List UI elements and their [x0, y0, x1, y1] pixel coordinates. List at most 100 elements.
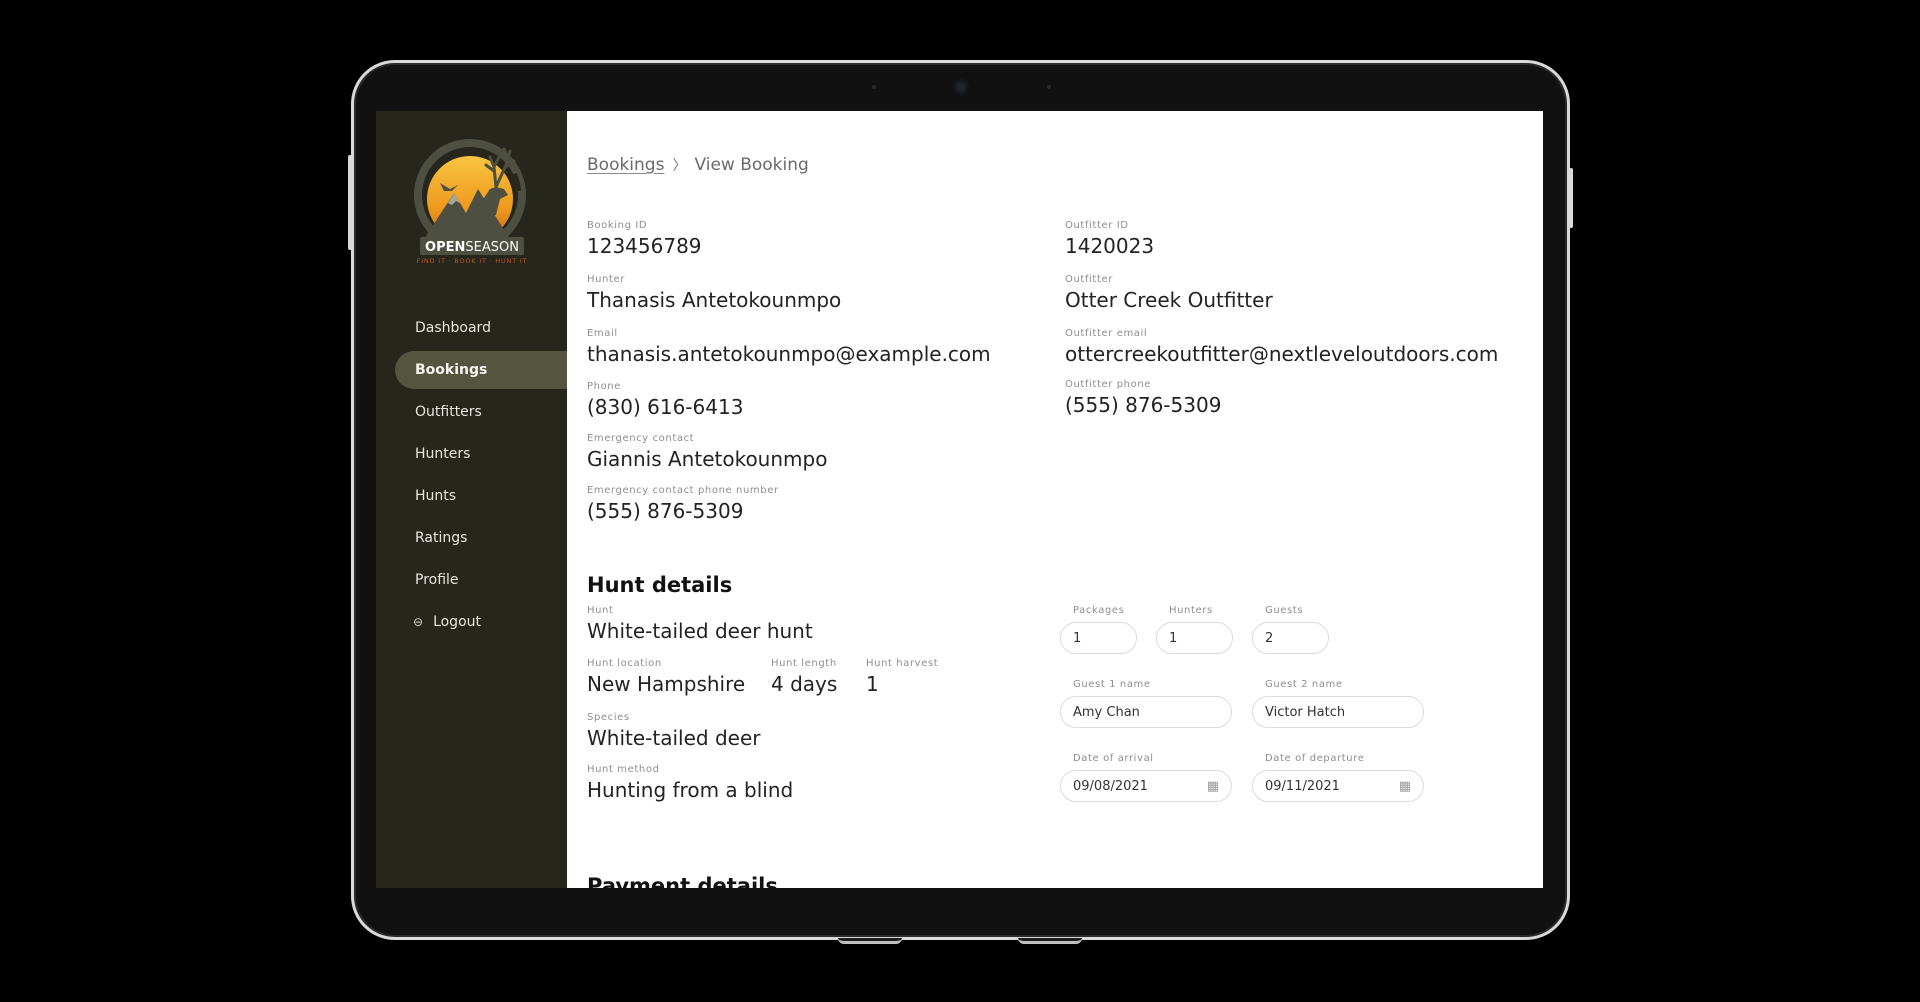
sidebar-item-label: Logout — [433, 614, 481, 630]
arrival-date-field: Date of arrival 09/08/2021 ▦ — [1060, 753, 1232, 802]
tablet-side-button — [348, 155, 352, 250]
input-value: 09/08/2021 — [1073, 778, 1148, 794]
input-value: 2 — [1265, 630, 1274, 646]
field-value: (830) 616-6413 — [587, 395, 744, 419]
sidebar-item-ratings[interactable]: Ratings — [376, 519, 567, 557]
sidebar-item-hunters[interactable]: Hunters — [376, 435, 567, 473]
outfitter-id-field: Outfitter ID 1420023 — [1065, 220, 1154, 259]
hunt-length-field: Hunt length 4 days — [771, 658, 837, 697]
hunters-input[interactable]: 1 — [1156, 622, 1233, 654]
guest-1-name-input[interactable]: Amy Chan — [1060, 696, 1232, 728]
field-label: Hunt location — [587, 658, 662, 669]
field-value: Thanasis Antetokounmpo — [587, 288, 842, 312]
tablet-sensor — [1047, 85, 1051, 89]
field-label: Hunt length — [771, 658, 837, 669]
sidebar-item-dashboard[interactable]: Dashboard — [376, 309, 567, 347]
tablet-camera — [953, 79, 969, 95]
field-label: Date of departure — [1265, 753, 1365, 764]
sidebar-item-label: Hunters — [415, 446, 471, 462]
guest-2-name-input[interactable]: Victor Hatch — [1252, 696, 1424, 728]
sidebar-item-label: Dashboard — [415, 320, 491, 336]
main-content: Bookings 〉 View Booking Cancel Booking B… — [567, 111, 1543, 888]
field-label: Hunt harvest — [866, 658, 939, 669]
packages-field: Packages 1 — [1060, 605, 1137, 654]
field-label: Species — [587, 712, 630, 723]
departure-date-input[interactable]: 09/11/2021 ▦ — [1252, 770, 1424, 802]
field-value: 1 — [866, 672, 879, 696]
field-label: Hunt — [587, 605, 614, 616]
sidebar-item-profile[interactable]: Profile — [376, 561, 567, 599]
hunt-field: Hunt White-tailed deer hunt — [587, 605, 813, 644]
field-value: Otter Creek Outfitter — [1065, 288, 1273, 312]
sidebar: OPENSEASON FIND IT · BOOK IT · HUNT IT D… — [376, 111, 567, 888]
field-label: Emergency contact — [587, 433, 695, 444]
field-label: Outfitter ID — [1065, 220, 1129, 231]
field-label: Guest 1 name — [1073, 679, 1151, 690]
field-label: Booking ID — [587, 220, 648, 231]
sidebar-item-hunts[interactable]: Hunts — [376, 477, 567, 515]
sidebar-item-outfitters[interactable]: Outfitters — [376, 393, 567, 431]
app-screen: OPENSEASON FIND IT · BOOK IT · HUNT IT D… — [376, 111, 1543, 888]
logo-wordmark: OPENSEASON — [425, 240, 519, 255]
field-value: ottercreekoutfitter@nextleveloutdoors.co… — [1065, 342, 1499, 366]
field-label: Hunters — [1169, 605, 1213, 616]
field-value: (555) 876-5309 — [1065, 393, 1222, 417]
input-value: 1 — [1073, 630, 1082, 646]
sidebar-item-bookings[interactable]: Bookings — [395, 351, 567, 389]
field-label: Phone — [587, 381, 621, 392]
field-value: 4 days — [771, 672, 838, 696]
field-value: White-tailed deer hunt — [587, 619, 813, 643]
guests-input[interactable]: 2 — [1252, 622, 1329, 654]
sidebar-item-logout[interactable]: ⊖ Logout — [376, 603, 567, 641]
calendar-icon[interactable]: ▦ — [1207, 779, 1219, 794]
field-label: Hunt method — [587, 764, 660, 775]
guests-count-field: Guests 2 — [1252, 605, 1329, 654]
hunt-method-field: Hunt method Hunting from a blind — [587, 764, 793, 803]
input-value: Amy Chan — [1073, 704, 1140, 720]
sidebar-item-label: Ratings — [415, 530, 468, 546]
logo-emblem-icon: OPENSEASON FIND IT · BOOK IT · HUNT IT — [414, 139, 527, 265]
species-field: Species White-tailed deer — [587, 712, 760, 751]
calendar-icon[interactable]: ▦ — [1399, 779, 1411, 794]
guest-2-name-field: Guest 2 name Victor Hatch — [1252, 679, 1424, 728]
field-label: Guests — [1265, 605, 1304, 616]
emergency-phone-field: Emergency contact phone number (555) 876… — [587, 485, 779, 524]
packages-input[interactable]: 1 — [1060, 622, 1137, 654]
field-value: 1420023 — [1065, 234, 1155, 258]
breadcrumb: Bookings 〉 View Booking — [587, 155, 809, 175]
field-value: 123456789 — [587, 234, 702, 258]
field-label: Email — [587, 328, 618, 339]
sidebar-nav: Dashboard Bookings Outfitters Hunters Hu… — [376, 309, 567, 645]
sidebar-item-label: Outfitters — [415, 404, 482, 420]
arrival-date-input[interactable]: 09/08/2021 ▦ — [1060, 770, 1232, 802]
sidebar-item-label: Hunts — [415, 488, 457, 504]
emergency-contact-field: Emergency contact Giannis Antetokounmpo — [587, 433, 827, 472]
field-label: Outfitter phone — [1065, 379, 1152, 390]
sidebar-item-label: Profile — [415, 572, 459, 588]
hunter-field: Hunter Thanasis Antetokounmpo — [587, 274, 841, 313]
tablet-sensor — [872, 85, 876, 89]
field-label: Guest 2 name — [1265, 679, 1343, 690]
field-value: White-tailed deer — [587, 726, 761, 750]
tablet-bottom-button — [838, 938, 902, 944]
outfitter-phone-field: Outfitter phone (555) 876-5309 — [1065, 379, 1221, 418]
tablet-side-button — [1569, 168, 1573, 228]
hunt-location-field: Hunt location New Hampshire — [587, 658, 745, 697]
field-value: New Hampshire — [587, 672, 746, 696]
openseason-logo[interactable]: OPENSEASON FIND IT · BOOK IT · HUNT IT — [410, 135, 534, 265]
field-value: Giannis Antetokounmpo — [587, 447, 828, 471]
input-value: Victor Hatch — [1265, 704, 1346, 720]
logout-icon: ⊖ — [413, 615, 424, 629]
hunters-count-field: Hunters 1 — [1156, 605, 1233, 654]
hunt-details-heading: Hunt details — [587, 573, 733, 597]
chevron-right-icon: 〉 — [672, 158, 687, 174]
tablet-bottom-button — [1018, 938, 1082, 944]
sidebar-item-label: Bookings — [415, 362, 488, 378]
input-value: 09/11/2021 — [1265, 778, 1340, 794]
guest-1-name-field: Guest 1 name Amy Chan — [1060, 679, 1232, 728]
booking-id-field: Booking ID 123456789 — [587, 220, 702, 259]
outfitter-field: Outfitter Otter Creek Outfitter — [1065, 274, 1273, 313]
payment-details-heading: Payment details — [587, 874, 778, 888]
breadcrumb-bookings-link[interactable]: Bookings — [587, 155, 664, 175]
field-label: Hunter — [587, 274, 625, 285]
